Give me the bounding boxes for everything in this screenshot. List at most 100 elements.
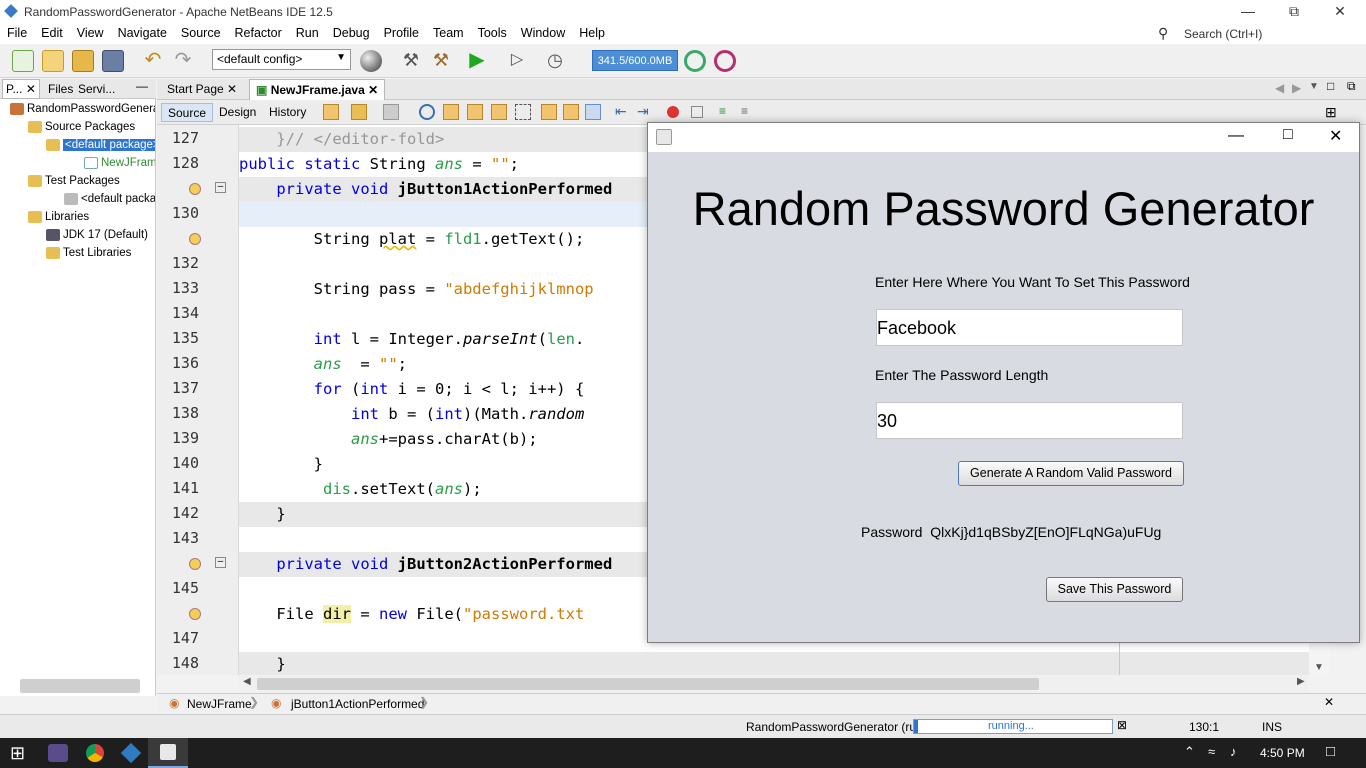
restore-icon[interactable]: ⧉ <box>1271 0 1317 24</box>
tree-node-jdk[interactable]: JDK 17 (Default) <box>46 226 148 244</box>
hint-bulb-icon[interactable] <box>189 608 201 620</box>
close-icon[interactable]: ✕ <box>1324 695 1334 709</box>
clock[interactable]: 4:50 PM <box>1260 746 1305 760</box>
scroll-right-icon[interactable]: ▶ <box>1297 676 1305 687</box>
maximize-icon[interactable]: □ <box>1283 126 1293 144</box>
memory-indicator[interactable]: 341.5/600.0MB <box>592 50 678 71</box>
tab-design[interactable]: Design <box>213 103 262 122</box>
menu-source[interactable]: Source <box>174 24 228 44</box>
fold-icon[interactable]: – <box>215 182 226 193</box>
menu-file[interactable]: File <box>0 24 34 44</box>
menu-tools[interactable]: Tools <box>471 24 514 44</box>
tab-start-page[interactable]: Start Page ✕ <box>161 79 243 100</box>
scroll-left-icon[interactable]: ◀ <box>243 676 251 687</box>
minimize-panel-icon[interactable]: — <box>136 79 148 93</box>
globe-icon[interactable] <box>360 50 382 72</box>
split-view-icon[interactable]: ⊞ <box>1325 104 1337 121</box>
find-selection-icon[interactable] <box>491 104 507 120</box>
wifi-icon[interactable]: ≈ <box>1208 744 1215 759</box>
run-progress-bar[interactable]: running... <box>913 719 1113 734</box>
next-bookmark-icon[interactable] <box>563 104 579 120</box>
find-next-icon[interactable] <box>467 104 483 120</box>
breadcrumb-class[interactable]: NewJFrame <box>187 697 252 711</box>
tree-node-libraries[interactable]: Libraries <box>28 208 89 226</box>
clean-build-icon[interactable]: ⚒ <box>430 50 452 72</box>
toggle-bookmark-icon[interactable] <box>585 104 601 120</box>
tab-projects[interactable]: P... ✕ <box>2 79 40 99</box>
breadcrumb-method[interactable]: jButton1ActionPerformed <box>291 697 424 711</box>
build-hammer-icon[interactable]: ⚒ <box>400 50 422 72</box>
volume-icon[interactable]: ♪ <box>1230 744 1237 759</box>
tree-node-project[interactable]: RandomPasswordGenerator <box>10 100 155 118</box>
tree-node-test-packages[interactable]: Test Packages <box>28 172 120 190</box>
chevron-down-icon[interactable]: ▼ <box>1314 662 1324 673</box>
uncomment-icon[interactable]: ≡ <box>741 104 757 120</box>
start-macro-icon[interactable] <box>667 106 679 118</box>
close-icon[interactable]: ✕ <box>1329 126 1342 146</box>
new-file-icon[interactable] <box>12 50 34 72</box>
tab-newjframe[interactable]: ▣ NewJFrame.java ✕ <box>249 79 386 100</box>
forward-icon[interactable] <box>383 104 399 120</box>
tab-source[interactable]: Source <box>161 103 214 122</box>
save-all-icon[interactable] <box>102 50 124 72</box>
profile-icon[interactable]: ◷ <box>544 50 566 72</box>
undo-icon[interactable]: ↶ <box>142 50 164 72</box>
config-select[interactable]: <default config> ▼ <box>212 49 351 70</box>
shift-right-icon[interactable]: ⇥ <box>637 104 653 120</box>
windows-start-icon[interactable]: ⊞ <box>10 744 25 762</box>
menu-refactor[interactable]: Refactor <box>228 24 289 44</box>
tree-node-source-packages[interactable]: Source Packages <box>28 118 135 136</box>
close-icon[interactable]: ✕ <box>26 82 36 96</box>
open-project-icon[interactable] <box>72 50 94 72</box>
close-icon[interactable]: ✕ <box>368 83 378 97</box>
menu-debug[interactable]: Debug <box>326 24 377 44</box>
length-input[interactable]: 30 <box>876 402 1183 439</box>
shift-left-icon[interactable]: ⇤ <box>615 104 631 120</box>
menu-run[interactable]: Run <box>289 24 326 44</box>
hint-bulb-icon[interactable] <box>189 183 201 195</box>
stop-macro-icon[interactable] <box>691 106 703 118</box>
comment-icon[interactable]: ≡ <box>719 104 735 120</box>
gc-icon[interactable] <box>684 50 706 72</box>
save-password-button[interactable]: Save This Password <box>1046 577 1183 602</box>
menu-edit[interactable]: Edit <box>34 24 70 44</box>
toggle-highlight-icon[interactable] <box>515 104 531 120</box>
new-project-icon[interactable] <box>42 50 64 72</box>
profiler-snapshot-icon[interactable] <box>714 50 736 72</box>
debug-icon[interactable]: ▷ <box>506 50 528 72</box>
hint-bulb-icon[interactable] <box>189 558 201 570</box>
maximize-icon[interactable]: ⧉ <box>1347 79 1356 94</box>
tab-services[interactable]: Servi... <box>78 82 115 96</box>
notification-icon[interactable]: □ <box>1326 743 1335 760</box>
last-edit-icon[interactable] <box>323 104 339 120</box>
netbeans-icon[interactable] <box>120 742 142 764</box>
tree-node-test-libraries[interactable]: Test Libraries <box>46 244 131 262</box>
cancel-process-icon[interactable]: ⊠ <box>1117 718 1127 732</box>
hscroll-thumb[interactable] <box>257 678 1039 690</box>
where-input[interactable]: Facebook <box>876 309 1183 346</box>
generate-button[interactable]: Generate A Random Valid Password <box>958 461 1184 486</box>
menu-view[interactable]: View <box>70 24 111 44</box>
menu-team[interactable]: Team <box>426 24 471 44</box>
tree-node-test-default-package[interactable]: <default package> <box>64 190 155 208</box>
find-previous-icon[interactable] <box>443 104 459 120</box>
tree-node-default-package[interactable]: <default package> <box>46 136 155 154</box>
editor-hscrollbar[interactable]: ◀ ▶ <box>239 675 1308 693</box>
close-icon[interactable]: ✕ <box>227 82 237 96</box>
previous-bookmark-icon[interactable] <box>541 104 557 120</box>
fold-icon[interactable]: – <box>215 557 226 568</box>
app-icon[interactable] <box>48 744 68 762</box>
chevron-down-icon[interactable]: ▼ <box>1309 81 1319 92</box>
find-icon[interactable] <box>419 104 435 120</box>
tree-node-file[interactable]: NewJFrame.java <box>84 154 155 172</box>
menu-profile[interactable]: Profile <box>377 24 426 44</box>
scroll-right-icon[interactable]: ▶ <box>1292 81 1301 95</box>
close-icon[interactable]: ✕ <box>1317 0 1363 24</box>
chrome-icon[interactable] <box>86 744 104 762</box>
hint-bulb-icon[interactable] <box>189 233 201 245</box>
scroll-left-icon[interactable]: ◀ <box>1275 81 1284 95</box>
minimize-icon[interactable]: — <box>1225 0 1271 24</box>
redo-icon[interactable]: ↷ <box>172 50 194 72</box>
minimize-icon[interactable]: □ <box>1327 79 1334 93</box>
chevron-up-icon[interactable]: ⌃ <box>1184 744 1195 760</box>
